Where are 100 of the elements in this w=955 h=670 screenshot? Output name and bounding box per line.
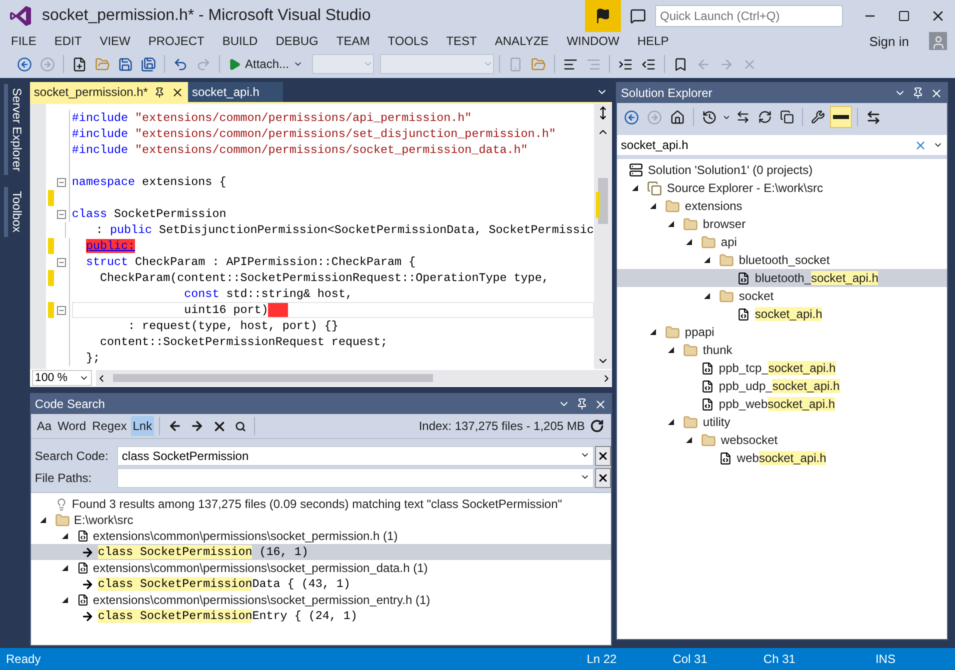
tree-row[interactable]: bluetooth_socket_api.h [616,269,948,287]
clear-button[interactable] [594,446,611,466]
tree-row[interactable]: Source Explorer - E:\work\src [616,179,948,197]
tree-row[interactable]: bluetooth_socket [616,251,948,269]
close-icon[interactable] [930,86,944,100]
window-title: socket_permission.h* - Microsoft Visual Studio [42,7,372,25]
avatar-icon[interactable] [929,32,947,50]
file-icon [76,530,89,542]
column-number: Col 31 [672,652,708,666]
side-tab[interactable]: Server Explorer [4,84,26,176]
file-path: extensions\common\permissions\socket_permission.h (1) [92,529,398,543]
tree-row[interactable]: ppapi [616,323,948,341]
tree-label: browser [702,217,746,231]
close-icon [596,472,609,484]
tree-row[interactable]: utility [616,413,948,431]
match-row[interactable]: class SocketPermissionData { (43, 1) [30,576,611,592]
search-field[interactable]: class SocketPermission [116,446,594,466]
panel-title: Solution Explorer [620,86,714,100]
sign-in-link[interactable]: Sign in [869,34,909,48]
tree-row[interactable]: socket [616,287,948,305]
close-icon[interactable] [170,86,184,98]
code-line: #include "extensions/common/permissions/set_disjunction_permission.h" [72,126,557,142]
tree-row[interactable]: websocket [616,431,948,449]
tree-row[interactable]: extensions [616,197,948,215]
code-editor[interactable] [30,102,612,369]
tree-label: websocket [720,433,778,447]
menu-item[interactable]: BUILD [215,34,265,48]
tree-row[interactable]: ppb_udp_socket_api.h [616,377,948,395]
code-line: CheckParam(content::SocketPermissionRequest::OperationType type, [98,270,550,286]
menu-item[interactable]: TOOLS [380,34,436,48]
result-row[interactable]: extensions\common\permissions\socket_permission_entry.h (1) [30,592,611,608]
option-toggle[interactable]: Aa [34,416,54,436]
char-number: Ch 31 [763,652,796,666]
match-row[interactable]: class SocketPermissionEntry { (24, 1) [30,608,611,624]
tree-row[interactable]: ppb_tcp_socket_api.h [616,359,948,377]
tree-row[interactable]: browser [616,215,948,233]
clear-button[interactable] [594,468,611,488]
code-line: : public SetDisjunctionPermission<SocketPermissionData, SocketPermissic [94,222,594,238]
tree-label: utility [702,415,730,429]
result-row[interactable]: extensions\common\permissions\socket_permission_data.h (1) [30,560,611,576]
collapse-icon[interactable] [57,306,66,314]
menu-item[interactable]: TEAM [329,34,377,48]
tree-label: thunk [702,343,732,357]
collapse-icon[interactable] [57,210,66,218]
option-toggle[interactable]: Lnk [130,416,154,436]
collapse-icon[interactable] [57,178,66,186]
folder-icon [718,288,734,304]
tree-row[interactable]: thunk [616,341,948,359]
notification-button[interactable] [585,0,621,32]
menu-item[interactable]: ANALYZE [488,34,556,48]
side-tab[interactable]: Toolbox [4,187,26,237]
menu-item[interactable]: TEST [439,34,484,48]
folder-icon [718,252,734,268]
document-tab[interactable]: socket_api.h [188,82,284,102]
file-icon [700,380,714,392]
search-field[interactable]: socket_api.h [620,138,914,152]
file-icon [76,562,89,574]
document-tab[interactable]: socket_permission.h* [30,82,188,102]
logo-icon [10,5,32,27]
pin-icon[interactable] [912,87,924,99]
tree-row[interactable]: socket_api.h [616,305,948,323]
collapse-icon[interactable] [57,258,66,266]
menu-item[interactable]: WINDOW [560,34,626,48]
preview-button[interactable] [830,106,852,128]
menu-item[interactable]: HELP [630,34,676,48]
index-info: Index: 137,275 files - 1,205 MB [418,419,585,433]
arrow-icon [80,546,94,558]
pin-icon[interactable] [576,398,588,410]
match-row[interactable]: class SocketPermission (16, 1) [30,544,611,560]
file-icon [700,362,714,374]
horizontal-scrollbar[interactable] [96,370,612,386]
menu-item[interactable]: EDIT [47,34,89,48]
result-row[interactable]: E:\work\src [30,512,611,528]
folder-icon [700,234,716,250]
tree-row[interactable]: ppb_websocket_api.h [616,395,948,413]
field-label: Search Code: [34,448,110,462]
search-field[interactable] [116,468,594,488]
pin-icon[interactable] [154,86,165,98]
result-row[interactable]: extensions\common\permissions\socket_permission.h (1) [30,528,611,544]
code-line: content::SocketPermissionRequest request; [98,334,389,350]
menu-item[interactable]: FILE [4,34,44,48]
tree-row[interactable]: websocket_api.h [616,449,948,467]
vertical-scrollbar[interactable] [594,104,612,369]
panel-title: Code Search [34,397,106,411]
menu-item[interactable]: VIEW [92,34,138,48]
tree-row[interactable]: Solution 'Solution1' (0 projects) [616,161,948,179]
close-icon[interactable] [594,398,607,410]
field-label: File Paths: [34,470,93,484]
tree-label: Source Explorer - E:\work\src [666,181,823,195]
option-toggle[interactable]: Word [56,416,88,436]
code-line: class SocketPermission [72,206,228,222]
menu-item[interactable]: PROJECT [141,34,212,48]
tree-row[interactable]: api [616,233,948,251]
start-button[interactable]: Attach... [225,53,306,75]
search-box[interactable]: socket_api.h [616,135,948,155]
file-icon [736,272,750,284]
menu-item[interactable]: DEBUG [268,34,326,48]
option-toggle[interactable]: Regex [90,416,129,436]
zoom-dropdown[interactable]: 100 % [32,370,92,386]
quick-launch-field[interactable]: Quick Launch (Ctrl+Q) [655,5,843,27]
